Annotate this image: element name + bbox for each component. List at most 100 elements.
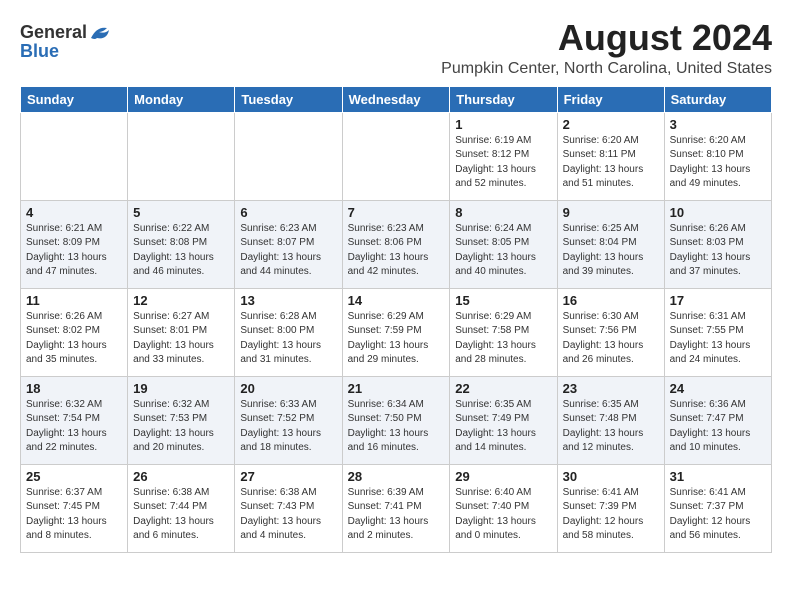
day-info: Sunrise: 6:28 AM Sunset: 8:00 PM Dayligh… (240, 310, 336, 368)
calendar-cell: 9Sunrise: 6:25 AM Sunset: 8:04 PM Daylig… (557, 200, 664, 288)
col-friday: Friday (557, 86, 664, 112)
day-number: 13 (240, 293, 336, 308)
calendar-cell: 20 Sunrise: 6:33 AM Sunset: 7:52 PM Dayli… (235, 376, 342, 464)
day-number: 20 (240, 381, 336, 396)
day-number: 10 (670, 205, 766, 220)
day-info: Sunrise: 6:40 AM Sunset: 7:40 PM Dayligh… (455, 486, 551, 544)
day-number: 31 (670, 469, 766, 484)
day-info: Sunrise: 6:41 AM Sunset: 7:39 PM Dayligh… (563, 486, 659, 544)
day-info: Sunrise: 6:34 AM Sunset: 7:50 PM Dayligh… (348, 398, 445, 456)
calendar-cell: 31 Sunrise: 6:41 AM Sunset: 7:37 PM Dayli… (664, 464, 771, 552)
main-title: August 2024 (441, 18, 772, 58)
col-tuesday: Tuesday (235, 86, 342, 112)
day-number: 29 (455, 469, 551, 484)
calendar: Sunday Monday Tuesday Wednesday Thursday… (20, 86, 772, 553)
day-number: 18 (26, 381, 122, 396)
calendar-cell: 2 Sunrise: 6:20 AM Sunset: 8:11 PM Daylig… (557, 112, 664, 200)
day-number: 22 (455, 381, 551, 396)
calendar-cell: 7 Sunrise: 6:23 AM Sunset: 8:06 PM Daylig… (342, 200, 450, 288)
calendar-cell: 29 Sunrise: 6:40 AM Sunset: 7:40 PM Dayli… (450, 464, 557, 552)
day-info: Sunrise: 6:37 AM Sunset: 7:45 PM Dayligh… (26, 486, 122, 544)
calendar-cell: 18 Sunrise: 6:32 AM Sunset: 7:54 PM Dayli… (21, 376, 128, 464)
calendar-cell: 16 Sunrise: 6:30 AM Sunset: 7:56 PM Dayli… (557, 288, 664, 376)
day-info: Sunrise: 6:41 AM Sunset: 7:37 PM Dayligh… (670, 486, 766, 544)
day-number: 25 (26, 469, 122, 484)
day-number: 16 (563, 293, 659, 308)
day-number: 7 (348, 205, 445, 220)
calendar-cell: 24 Sunrise: 6:36 AM Sunset: 7:47 PM Dayli… (664, 376, 771, 464)
calendar-cell: 30 Sunrise: 6:41 AM Sunset: 7:39 PM Dayli… (557, 464, 664, 552)
col-monday: Monday (128, 86, 235, 112)
calendar-cell: 5Sunrise: 6:22 AM Sunset: 8:08 PM Daylig… (128, 200, 235, 288)
day-info: Sunrise: 6:23 AM Sunset: 8:06 PM Dayligh… (348, 222, 445, 280)
day-info: Sunrise: 6:29 AM Sunset: 7:59 PM Dayligh… (348, 310, 445, 368)
calendar-cell: 17 Sunrise: 6:31 AM Sunset: 7:55 PM Dayli… (664, 288, 771, 376)
calendar-cell: 23 Sunrise: 6:35 AM Sunset: 7:48 PM Dayli… (557, 376, 664, 464)
day-info: Sunrise: 6:32 AM Sunset: 7:53 PM Dayligh… (133, 398, 229, 456)
day-info: Sunrise: 6:32 AM Sunset: 7:54 PM Dayligh… (26, 398, 122, 456)
day-info: Sunrise: 6:20 AM Sunset: 8:11 PM Dayligh… (563, 134, 659, 192)
day-info: Sunrise: 6:30 AM Sunset: 7:56 PM Dayligh… (563, 310, 659, 368)
calendar-week-2: 4 Sunrise: 6:21 AM Sunset: 8:09 PM Daylig… (21, 200, 772, 288)
day-number: 2 (563, 117, 659, 132)
col-thursday: Thursday (450, 86, 557, 112)
col-sunday: Sunday (21, 86, 128, 112)
calendar-cell: 14Sunrise: 6:29 AM Sunset: 7:59 PM Dayli… (342, 288, 450, 376)
calendar-cell (21, 112, 128, 200)
day-number: 8 (455, 205, 551, 220)
day-info: Sunrise: 6:25 AM Sunset: 8:04 PM Dayligh… (563, 222, 659, 280)
day-number: 11 (26, 293, 122, 308)
logo: General Blue (20, 22, 111, 62)
day-info: Sunrise: 6:31 AM Sunset: 7:55 PM Dayligh… (670, 310, 766, 368)
col-saturday: Saturday (664, 86, 771, 112)
calendar-week-4: 18 Sunrise: 6:32 AM Sunset: 7:54 PM Dayli… (21, 376, 772, 464)
calendar-cell: 26Sunrise: 6:38 AM Sunset: 7:44 PM Dayli… (128, 464, 235, 552)
day-number: 30 (563, 469, 659, 484)
day-info: Sunrise: 6:26 AM Sunset: 8:03 PM Dayligh… (670, 222, 766, 280)
day-info: Sunrise: 6:38 AM Sunset: 7:44 PM Dayligh… (133, 486, 229, 544)
day-number: 15 (455, 293, 551, 308)
title-block: August 2024 Pumpkin Center, North Caroli… (441, 18, 772, 78)
logo-general-text: General (20, 22, 87, 43)
day-number: 12 (133, 293, 229, 308)
day-number: 28 (348, 469, 445, 484)
day-number: 17 (670, 293, 766, 308)
logo-bird-icon (89, 24, 111, 42)
calendar-cell: 27 Sunrise: 6:38 AM Sunset: 7:43 PM Dayli… (235, 464, 342, 552)
day-info: Sunrise: 6:22 AM Sunset: 8:08 PM Dayligh… (133, 222, 229, 280)
day-number: 27 (240, 469, 336, 484)
calendar-cell: 22 Sunrise: 6:35 AM Sunset: 7:49 PM Dayli… (450, 376, 557, 464)
day-number: 19 (133, 381, 229, 396)
day-info: Sunrise: 6:24 AM Sunset: 8:05 PM Dayligh… (455, 222, 551, 280)
calendar-week-1: 1 Sunrise: 6:19 AM Sunset: 8:12 PM Daylig… (21, 112, 772, 200)
day-info: Sunrise: 6:29 AM Sunset: 7:58 PM Dayligh… (455, 310, 551, 368)
day-info: Sunrise: 6:21 AM Sunset: 8:09 PM Dayligh… (26, 222, 122, 280)
day-number: 6 (240, 205, 336, 220)
calendar-cell: 21Sunrise: 6:34 AM Sunset: 7:50 PM Dayli… (342, 376, 450, 464)
header-row: Sunday Monday Tuesday Wednesday Thursday… (21, 86, 772, 112)
calendar-cell: 25 Sunrise: 6:37 AM Sunset: 7:45 PM Dayli… (21, 464, 128, 552)
day-number: 24 (670, 381, 766, 396)
day-info: Sunrise: 6:26 AM Sunset: 8:02 PM Dayligh… (26, 310, 122, 368)
calendar-cell: 15 Sunrise: 6:29 AM Sunset: 7:58 PM Dayli… (450, 288, 557, 376)
day-info: Sunrise: 6:35 AM Sunset: 7:49 PM Dayligh… (455, 398, 551, 456)
col-wednesday: Wednesday (342, 86, 450, 112)
day-info: Sunrise: 6:23 AM Sunset: 8:07 PM Dayligh… (240, 222, 336, 280)
calendar-cell: 11 Sunrise: 6:26 AM Sunset: 8:02 PM Dayli… (21, 288, 128, 376)
calendar-week-5: 25 Sunrise: 6:37 AM Sunset: 7:45 PM Dayli… (21, 464, 772, 552)
day-info: Sunrise: 6:27 AM Sunset: 8:01 PM Dayligh… (133, 310, 229, 368)
day-number: 23 (563, 381, 659, 396)
calendar-week-3: 11 Sunrise: 6:26 AM Sunset: 8:02 PM Dayli… (21, 288, 772, 376)
calendar-cell: 19 Sunrise: 6:32 AM Sunset: 7:53 PM Dayli… (128, 376, 235, 464)
day-number: 4 (26, 205, 122, 220)
day-number: 1 (455, 117, 551, 132)
day-info: Sunrise: 6:33 AM Sunset: 7:52 PM Dayligh… (240, 398, 336, 456)
day-info: Sunrise: 6:35 AM Sunset: 7:48 PM Dayligh… (563, 398, 659, 456)
day-info: Sunrise: 6:20 AM Sunset: 8:10 PM Dayligh… (670, 134, 766, 192)
day-info: Sunrise: 6:38 AM Sunset: 7:43 PM Dayligh… (240, 486, 336, 544)
day-info: Sunrise: 6:36 AM Sunset: 7:47 PM Dayligh… (670, 398, 766, 456)
calendar-cell: 8 Sunrise: 6:24 AM Sunset: 8:05 PM Daylig… (450, 200, 557, 288)
calendar-cell: 4 Sunrise: 6:21 AM Sunset: 8:09 PM Daylig… (21, 200, 128, 288)
logo-blue-text: Blue (20, 41, 59, 61)
day-info: Sunrise: 6:19 AM Sunset: 8:12 PM Dayligh… (455, 134, 551, 192)
